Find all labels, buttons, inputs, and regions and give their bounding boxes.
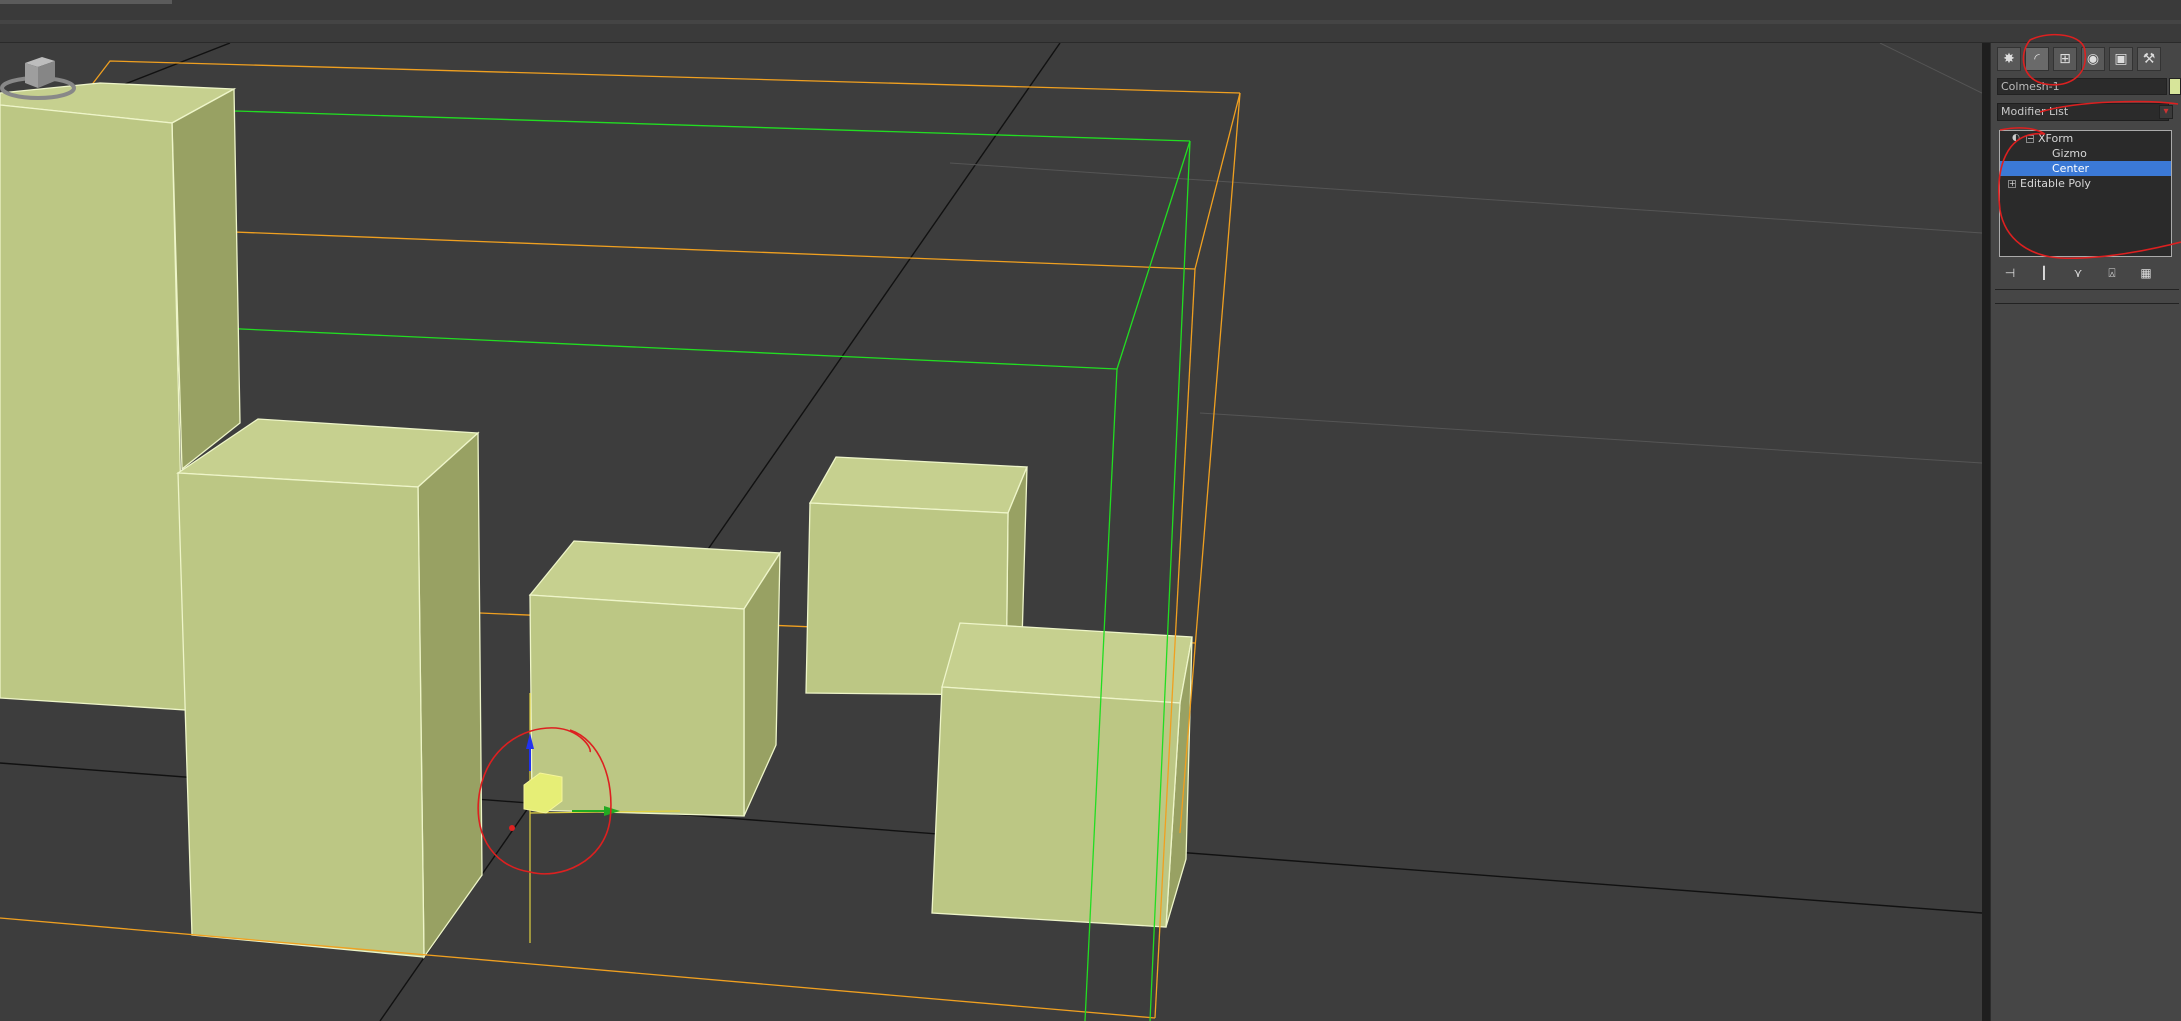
configure-sets-icon[interactable]: ▦ — [2137, 265, 2155, 281]
home-grid-light — [949, 43, 1982, 464]
motion-tab[interactable]: ◉ — [2081, 47, 2105, 71]
create-icon: ✸ — [2003, 51, 2015, 67]
remove-modifier-icon[interactable]: ⍓ — [2103, 265, 2121, 281]
toolbar-tab-strip — [0, 0, 172, 4]
viewcube-icon[interactable] — [0, 43, 80, 113]
modify-tab[interactable]: ◜ — [2025, 47, 2049, 71]
object-name-field[interactable]: Colmesh-1 — [1997, 78, 2167, 95]
object-color-swatch[interactable] — [2169, 78, 2181, 95]
panel-divider — [1995, 303, 2179, 304]
hierarchy-tab[interactable]: ⊞ — [2053, 47, 2077, 71]
top-toolbar — [0, 0, 2181, 43]
stack-item-xform[interactable]: ◐ − XForm — [2000, 131, 2171, 146]
create-tab[interactable]: ✸ — [1997, 47, 2021, 71]
expand-icon[interactable]: + — [2008, 180, 2016, 188]
stack-item-editable-poly[interactable]: + Editable Poly — [2000, 176, 2171, 191]
display-tab[interactable]: ▣ — [2109, 47, 2133, 71]
panel-divider — [1995, 289, 2179, 290]
box-center[interactable] — [528, 540, 782, 817]
box-mid-tall[interactable] — [176, 418, 483, 960]
box-front-right[interactable] — [931, 622, 1193, 928]
make-unique-icon[interactable]: ⋎ — [2069, 265, 2087, 281]
stack-item-gizmo[interactable]: Gizmo — [2000, 146, 2171, 161]
scene-boxes[interactable] — [0, 82, 1193, 960]
chevron-down-icon[interactable]: ▾ — [2159, 105, 2173, 119]
show-end-result-icon[interactable]: ┃ — [2035, 265, 2053, 281]
lightbulb-icon[interactable]: ◐ — [2012, 134, 2021, 143]
toolbar-divider — [0, 20, 2181, 24]
stack-item-label: Gizmo — [2052, 147, 2087, 160]
stack-item-center[interactable]: Center — [2000, 161, 2171, 176]
command-panel: ✸ ◜ ⊞ ◉ ▣ ⚒ Colmesh-1 Modifier List ▾ ◐ … — [1990, 43, 2181, 1021]
stack-item-label: Center — [2052, 162, 2090, 175]
pin-stack-icon[interactable]: ⊣ — [2001, 265, 2019, 281]
modifier-list-dropdown[interactable]: Modifier List — [1997, 103, 2169, 121]
command-panel-tabs: ✸ ◜ ⊞ ◉ ▣ ⚒ — [1997, 47, 2161, 71]
stack-toolbar: ⊣ ┃ ⋎ ⍓ ▦ — [2001, 265, 2155, 281]
hierarchy-icon: ⊞ — [2059, 51, 2071, 67]
collapse-icon[interactable]: − — [2026, 135, 2034, 143]
stack-item-label: XForm — [2038, 132, 2074, 145]
modifier-stack[interactable]: ◐ − XForm Gizmo Center + Editable Poly — [1999, 130, 2172, 257]
motion-icon: ◉ — [2086, 51, 2100, 67]
display-icon: ▣ — [2114, 51, 2128, 67]
modify-icon: ◜ — [2034, 51, 2040, 67]
perspective-viewport[interactable] — [0, 43, 1982, 1021]
utilities-tab[interactable]: ⚒ — [2137, 47, 2161, 71]
utilities-icon: ⚒ — [2142, 51, 2156, 67]
stack-item-label: Editable Poly — [2020, 177, 2091, 190]
viewport-scene[interactable] — [0, 43, 1982, 1021]
